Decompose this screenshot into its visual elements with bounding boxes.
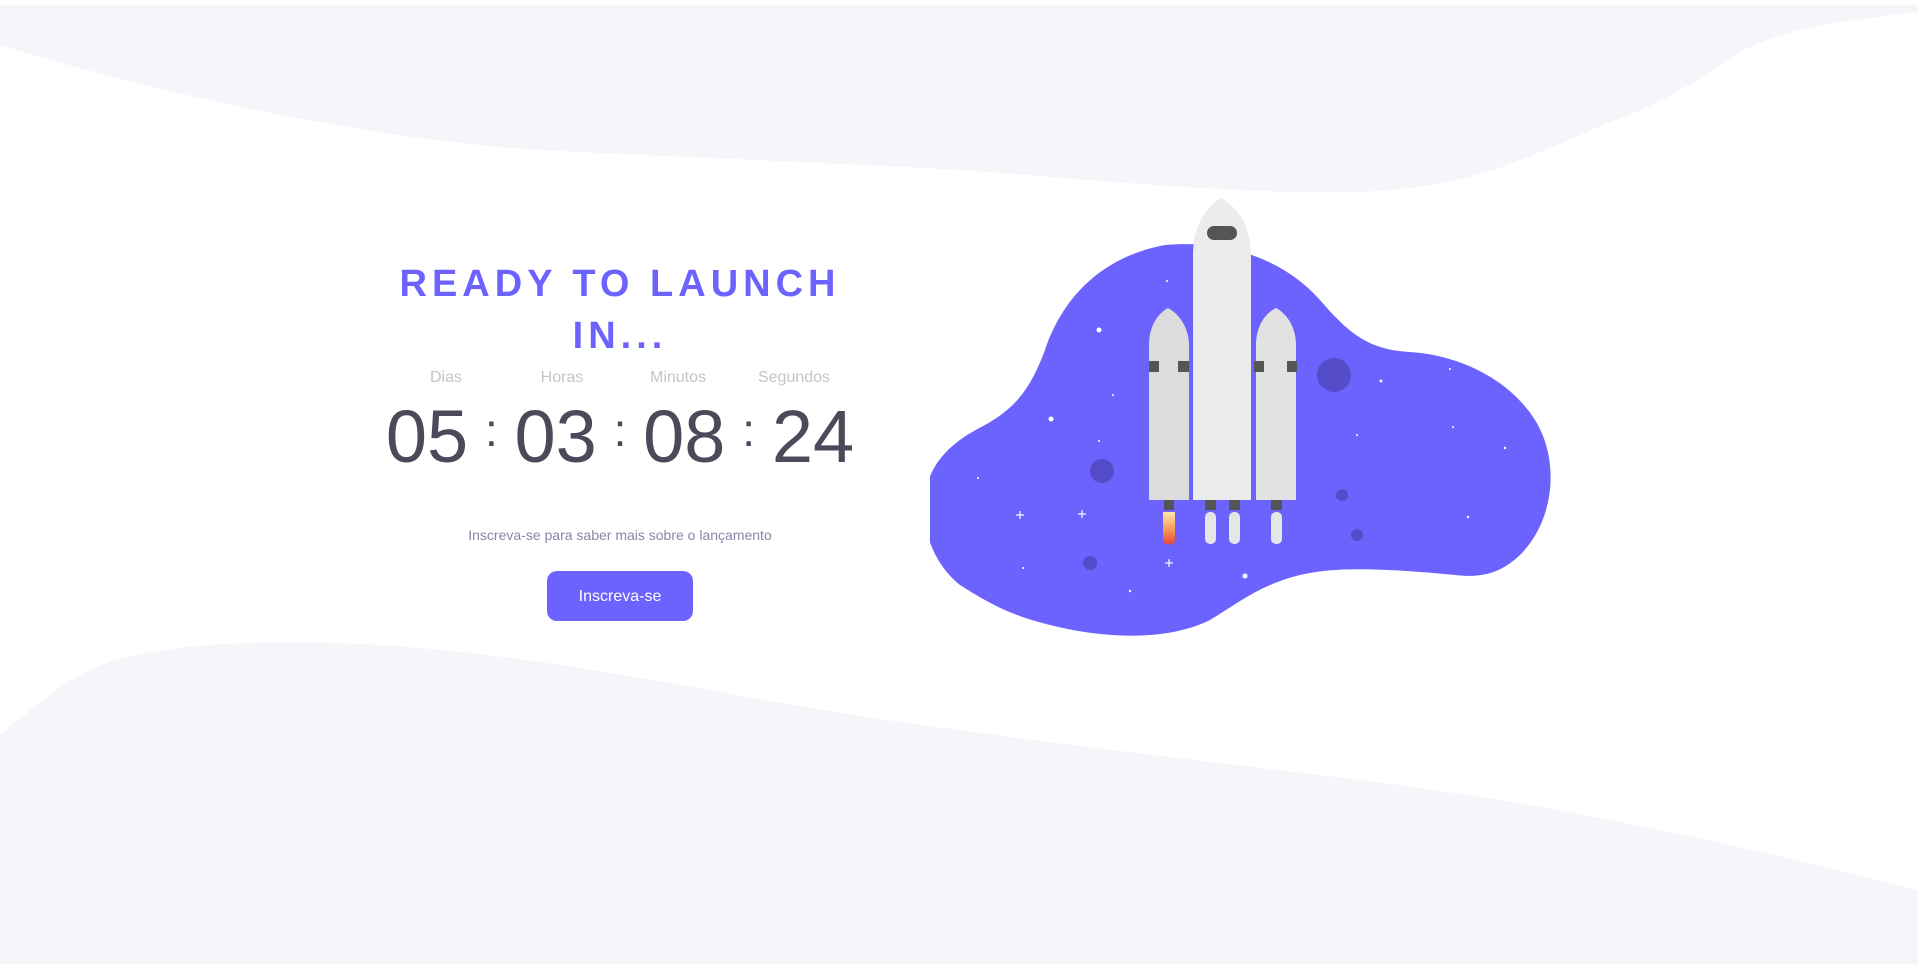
seconds-value: 24 <box>771 395 855 478</box>
days-value: 05 <box>385 395 469 478</box>
countdown-panel: READY TO LAUNCH IN... Dias Horas Minutos… <box>360 258 880 621</box>
minutes-value: 08 <box>643 395 726 478</box>
bottom-wave <box>0 642 1918 964</box>
planet <box>1083 556 1097 570</box>
planet <box>1351 529 1363 541</box>
seconds-label: Segundos <box>757 369 831 386</box>
days-label: Dias <box>429 369 462 386</box>
page-title: READY TO LAUNCH IN... <box>399 263 841 357</box>
subscribe-button[interactable]: Inscreva-se <box>547 571 693 621</box>
countdown-timer: 05 : 03 : 08 : 24 <box>379 396 861 478</box>
countdown-unit-labels: Dias Horas Minutos Segundos <box>388 368 852 388</box>
planet <box>1336 489 1348 501</box>
coming-soon-page: READY TO LAUNCH IN... Dias Horas Minutos… <box>0 0 1918 969</box>
separator: : <box>742 404 756 456</box>
top-wave <box>0 5 1918 193</box>
planet <box>1090 459 1114 483</box>
planet <box>1317 358 1351 392</box>
rocket-flame <box>1163 512 1175 545</box>
rocket-launch-illustration <box>930 198 1551 636</box>
hours-label: Horas <box>540 369 584 386</box>
subscribe-description: Inscreva-se para saber mais sobre o lanç… <box>468 527 772 543</box>
separator: : <box>484 404 498 456</box>
minutes-label: Minutos <box>649 369 707 386</box>
hours-value: 03 <box>514 395 597 478</box>
separator: : <box>613 404 627 456</box>
